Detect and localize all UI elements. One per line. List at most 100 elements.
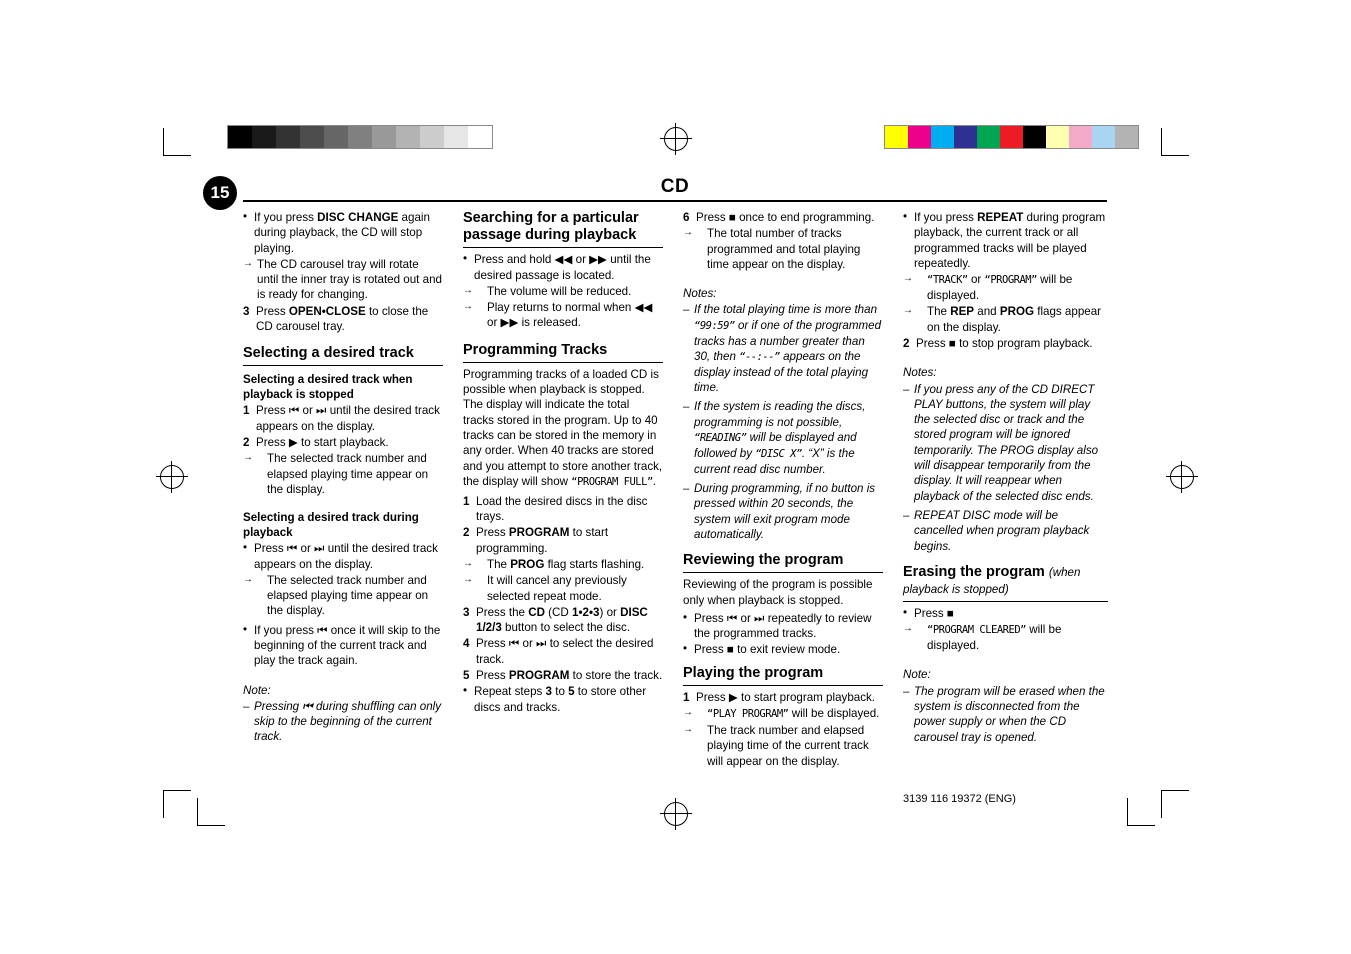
crop-mark xyxy=(1127,798,1128,826)
col1-step-2: 2 Press ▶ to start playback. xyxy=(243,435,443,450)
color-swatch xyxy=(954,126,977,148)
color-swatch xyxy=(977,126,1000,148)
grayscale-color-bar xyxy=(227,125,493,149)
col2-arrow-4: It will cancel any previously selected r… xyxy=(463,573,663,604)
document-page: 15 CD If you press DISC CHANGE again dur… xyxy=(0,0,1351,954)
erasing-title: Erasing the program xyxy=(903,563,1045,580)
col3-review-intro: Reviewing of the program is possible onl… xyxy=(683,578,873,607)
col3-arrow-1: The total number of tracks programmed an… xyxy=(683,226,883,272)
crop-mark xyxy=(163,790,164,818)
step-number: 2 xyxy=(903,336,910,350)
crop-mark xyxy=(197,825,225,826)
registration-mark-bottom xyxy=(660,798,692,830)
list-item: Press ■ to exit review mode. xyxy=(683,641,883,657)
crop-mark xyxy=(197,798,198,826)
col4-step-2-text: Press ■ to stop program playback. xyxy=(916,336,1093,350)
col4-arrow-3: “PROGRAM CLEARED” will be displayed. xyxy=(903,622,1108,653)
col4-note-2: REPEAT DISC mode will be cancelled when … xyxy=(903,508,1108,554)
col2-arrow-2: Play returns to normal when ◀◀ or ▶▶ is … xyxy=(463,300,663,331)
list-item: If you press REPEAT during program playb… xyxy=(903,209,1108,271)
col1-arrow-3: The selected track number and elapsed pl… xyxy=(243,573,443,619)
color-swatch xyxy=(1046,126,1069,148)
crop-mark xyxy=(163,790,191,791)
col1-step-1-text: Press ⏮ or ⏭ until the desired track app… xyxy=(256,404,440,433)
crop-mark xyxy=(1161,155,1189,156)
col1-bullet-1: If you press DISC CHANGE again during pl… xyxy=(254,211,430,255)
col1-bullet-3: If you press ⏮ once it will skip to the … xyxy=(254,623,441,668)
col3-notes-heading: Notes: xyxy=(683,287,717,301)
col2-step-3: 3 Press the CD (CD 1•2•3) or DISC 1/2/3 b… xyxy=(463,605,663,636)
column-1: If you press DISC CHANGE again during pl… xyxy=(243,209,443,749)
col1-bullet-2: Press ⏮ or ⏭ until the desired track app… xyxy=(254,542,438,571)
col1-note-heading: Note: xyxy=(243,683,271,697)
crop-mark xyxy=(1127,825,1155,826)
step-number: 3 xyxy=(243,304,250,318)
color-swatch xyxy=(1115,126,1138,148)
step-number: 1 xyxy=(243,404,250,418)
color-swatch xyxy=(228,126,252,148)
col3-step-6-text: Press ■ once to end programming. xyxy=(696,211,875,224)
col2-arrow-3: The PROG flag starts flashing. xyxy=(463,557,663,572)
color-swatch xyxy=(1092,126,1115,148)
col4-bullet-1: If you press REPEAT during program playb… xyxy=(914,211,1106,270)
color-swatch xyxy=(931,126,954,148)
section-heading-playing-program: Playing the program xyxy=(683,665,883,686)
col2-step-5-text: Press PROGRAM to store the track. xyxy=(476,669,663,683)
section-heading-selecting-track: Selecting a desired track xyxy=(243,345,443,367)
col2-step-3-text: Press the CD (CD 1•2•3) or DISC 1/2/3 bu… xyxy=(476,605,648,635)
registration-mark-right xyxy=(1166,461,1198,493)
col2-step-2-text: Press PROGRAM to start programming. xyxy=(476,526,609,555)
col2-step-1: 1 Load the desired discs in the disc tray… xyxy=(463,494,663,525)
color-swatch xyxy=(300,126,324,148)
color-swatch xyxy=(420,126,444,148)
col4-bullet-2: Press ■ xyxy=(914,607,954,621)
list-item: Press and hold ◀◀ or ▶▶ until the desire… xyxy=(463,251,663,283)
section-heading-searching: Searching for a particular passage durin… xyxy=(463,210,663,249)
col1-step-1: 1 Press ⏮ or ⏭ until the desired track ap… xyxy=(243,403,443,434)
col3-note-3: During programming, if no button is pres… xyxy=(683,481,883,542)
step-number: 3 xyxy=(463,605,470,619)
crop-mark xyxy=(163,155,191,156)
col3-step-1: 1 Press ▶ to start program playback. xyxy=(683,690,883,705)
crop-mark xyxy=(163,128,164,156)
footer-code: 3139 116 19372 (ENG) xyxy=(903,793,1016,805)
color-swatch xyxy=(348,126,372,148)
color-swatch xyxy=(444,126,468,148)
step-number: 6 xyxy=(683,211,690,224)
col1-step-2-text: Press ▶ to start playback. xyxy=(256,436,389,450)
col4-arrow-2: The REP and PROG flags appear on the dis… xyxy=(903,304,1108,335)
col3-arrow-3: The track number and elapsed playing tim… xyxy=(683,723,883,769)
list-item: Repeat steps 3 to 5 to store other discs… xyxy=(463,683,663,715)
color-swatch xyxy=(885,126,908,148)
col2-step-5: 5 Press PROGRAM to store the track. xyxy=(463,668,663,683)
col4-note-heading: Note: xyxy=(903,668,931,682)
step-number: 4 xyxy=(463,637,470,651)
col3-bullet-1: Press ⏮ or ⏭ repeatedly to review the pr… xyxy=(694,611,872,641)
col2-bullet-repeat: Repeat steps 3 to 5 to store other discs… xyxy=(474,685,647,714)
process-color-bar xyxy=(884,125,1139,149)
col2-step-2: 2 Press PROGRAM to start programming. xyxy=(463,525,663,556)
step-number: 1 xyxy=(683,690,690,704)
step-number: 2 xyxy=(243,436,250,450)
list-item: If you press DISC CHANGE again during pl… xyxy=(243,209,443,256)
registration-mark-top xyxy=(660,123,692,155)
col4-note-1: If you press any of the CD DIRECT PLAY b… xyxy=(903,382,1108,504)
list-item: Press ⏮ or ⏭ until the desired track app… xyxy=(243,540,443,572)
col1-step-3: 3 Press OPEN•CLOSE to close the CD carous… xyxy=(243,304,443,335)
color-swatch xyxy=(1000,126,1023,148)
page-number-badge: 15 xyxy=(203,176,237,210)
list-item: Press ■ xyxy=(903,605,1108,621)
col2-step-4-text: Press ⏮ or ⏭ to select the desired track… xyxy=(476,637,654,666)
crop-mark xyxy=(1161,128,1162,156)
col2-step-1-text: Load the desired discs in the disc trays… xyxy=(476,494,648,524)
col3-arrow-2: “PLAY PROGRAM” will be displayed. xyxy=(683,706,883,722)
color-swatch xyxy=(1069,126,1092,148)
subheading-stopped: Selecting a desired track when playback … xyxy=(243,373,413,401)
color-swatch xyxy=(372,126,396,148)
color-swatch xyxy=(252,126,276,148)
step-number: 1 xyxy=(463,494,470,508)
col3-step-6: 6 Press ■ once to end programming. xyxy=(683,210,883,225)
color-swatch xyxy=(468,126,492,148)
header-rule xyxy=(243,200,1107,202)
section-heading-reviewing: Reviewing the program xyxy=(683,552,883,574)
